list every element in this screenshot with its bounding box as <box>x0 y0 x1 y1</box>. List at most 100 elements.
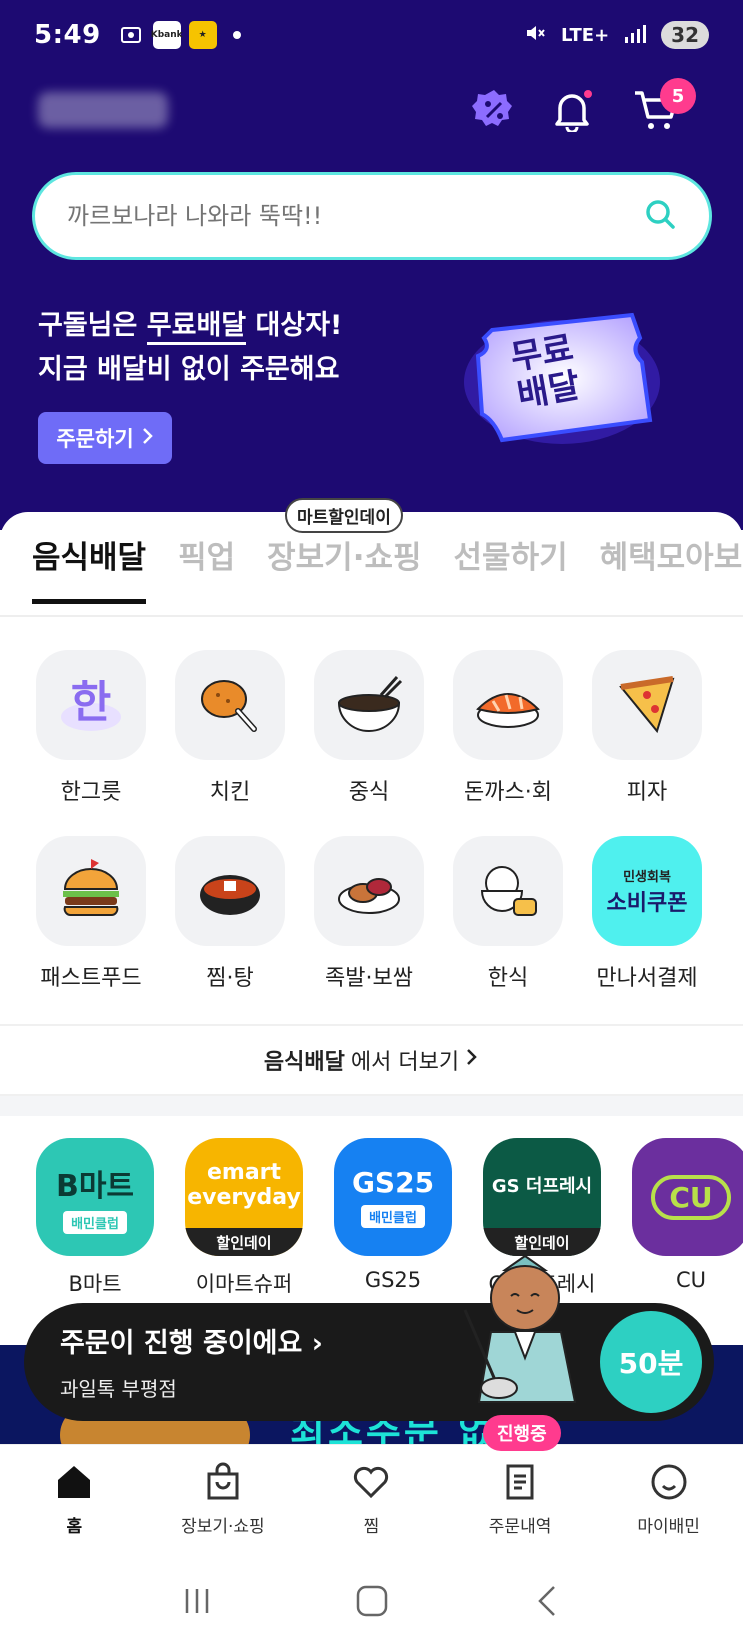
bottom-nav: 홈 장보기·쇼핑 찜 주문내역 마이배민 <box>0 1444 743 1554</box>
chevron-right-icon <box>465 1047 479 1073</box>
back-icon[interactable] <box>532 1584 562 1622</box>
cu-logo-text: CU <box>651 1174 731 1220</box>
category-stew[interactable]: 찜·탕 <box>175 836 285 992</box>
promo-highlight: 무료배달 <box>146 310 247 345</box>
signal-icon <box>623 22 647 49</box>
emart-discount-strip: 할인데이 <box>185 1228 303 1256</box>
order-progress-title-text: 주문이 진행 중이에요 <box>60 1328 303 1359</box>
category-grid: 한 한그릇 치킨 중식 돈까스·회 피자 패스트푸드 찜·탕 족발·보쌈 한식 … <box>36 650 702 992</box>
system-nav <box>0 1554 743 1651</box>
nav-favorites[interactable]: 찜 <box>311 1462 431 1537</box>
kbank-icon: Kbank <box>151 21 183 49</box>
category-chicken[interactable]: 치킨 <box>175 650 285 806</box>
status-bar: 5:49 Kbank ★ LTE+ 32 <box>0 0 743 70</box>
jokbal-icon <box>314 836 424 946</box>
tab-pickup[interactable]: 픽업 <box>178 532 235 604</box>
pizza-icon <box>592 650 702 760</box>
burger-icon <box>36 836 146 946</box>
mart-gs25[interactable]: GS25 배민클럽 GS25 <box>334 1138 452 1298</box>
category-cutlet-sashimi[interactable]: 돈까스·회 <box>453 650 563 806</box>
search-bar[interactable] <box>32 172 712 260</box>
order-progress-title: 주문이 진행 중이에요 › <box>60 1328 323 1359</box>
mart-label: 이마트슈퍼 <box>195 1272 293 1296</box>
order-store-name: 과일톡 부평점 <box>60 1377 177 1401</box>
coupon-line2: 소비쿠폰 <box>606 890 688 916</box>
category-pay-in-person[interactable]: 민생회복 소비쿠폰 만나서결제 <box>592 836 702 992</box>
category-label: 찜·탕 <box>206 966 254 991</box>
gs-fresh-logo-text: GS 더프레시 <box>491 1176 593 1197</box>
hero-section: 5 구돌님은 무료배달 대상자! 지금 배달비 없이 주문해요 주문하기 무료 … <box>0 70 743 530</box>
nav-label: 주문내역 <box>488 1517 552 1537</box>
receipt-icon <box>500 1462 540 1506</box>
tab-benefits[interactable]: 혜택모아보기 <box>600 532 743 604</box>
free-delivery-ticket-icon: 무료 배달 <box>462 310 662 450</box>
discount-icon[interactable] <box>468 84 520 136</box>
rice-bowl-icon <box>453 836 563 946</box>
tab-food-delivery[interactable]: 음식배달 <box>32 532 147 604</box>
order-now-button[interactable]: 주문하기 <box>38 412 172 464</box>
cart-icon[interactable]: 5 <box>630 78 696 136</box>
nav-label: 홈 <box>66 1517 83 1537</box>
tab-gift[interactable]: 선물하기 <box>454 532 568 604</box>
home-button-icon[interactable] <box>355 1584 389 1622</box>
gs25-club-tag: 배민클럽 <box>361 1205 425 1228</box>
cart-count-badge: 5 <box>660 78 696 114</box>
bell-icon[interactable] <box>546 84 598 136</box>
category-label: 돈까스·회 <box>464 780 552 805</box>
category-chinese[interactable]: 중식 <box>314 650 424 806</box>
cu-logo: CU <box>632 1138 743 1256</box>
promo-line2: 지금 배달비 없이 주문해요 <box>38 354 340 385</box>
shopping-bag-icon <box>203 1462 243 1506</box>
nav-my[interactable]: 마이배민 <box>609 1462 729 1537</box>
section-separator <box>0 1096 743 1116</box>
category-label: 만나서결제 <box>596 966 698 991</box>
coupon-line1: 민생회복 <box>623 869 671 885</box>
nav-label: 마이배민 <box>637 1517 700 1537</box>
mart-emart[interactable]: emart everyday 할인데이 이마트슈퍼 <box>185 1138 303 1298</box>
app-icon: ★ <box>188 21 217 49</box>
category-pizza[interactable]: 피자 <box>592 650 702 806</box>
recent-apps-icon[interactable] <box>181 1585 213 1621</box>
promo-prefix: 구돌님은 <box>38 310 147 341</box>
in-progress-badge: 진행중 <box>483 1415 561 1451</box>
battery-indicator: 32 <box>661 21 709 49</box>
network-label: LTE+ <box>561 24 610 46</box>
nav-label: 찜 <box>363 1517 380 1537</box>
nav-home[interactable]: 홈 <box>14 1462 134 1537</box>
mart-label: B마트 <box>68 1272 122 1296</box>
gs-fresh-logo: GS 더프레시 할인데이 <box>483 1138 601 1256</box>
consumer-coupon-icon: 민생회복 소비쿠폰 <box>592 836 702 946</box>
category-label: 치킨 <box>209 780 251 805</box>
search-icon[interactable] <box>643 197 677 235</box>
home-icon <box>54 1462 94 1506</box>
promo-text: 구돌님은 무료배달 대상자! 지금 배달비 없이 주문해요 <box>38 304 342 392</box>
mart-cu[interactable]: CU CU <box>632 1138 743 1298</box>
status-time: 5:49 <box>34 20 101 50</box>
category-fast-food[interactable]: 패스트푸드 <box>36 836 146 992</box>
mart-list: B마트 배민클럽 B마트 emart everyday 할인데이 이마트슈퍼 G… <box>36 1138 743 1298</box>
search-input[interactable] <box>67 202 643 230</box>
more-food-link[interactable]: 음식배달 에서 더보기 <box>0 1024 743 1096</box>
notification-dot <box>584 90 592 98</box>
username-dropdown[interactable] <box>38 92 168 128</box>
notification-dot-icon <box>232 31 241 39</box>
heart-icon <box>351 1462 391 1506</box>
mart-bmart[interactable]: B마트 배민클럽 B마트 <box>36 1138 154 1298</box>
delivery-character-icon <box>445 1250 615 1430</box>
mart-label: CU <box>675 1268 707 1292</box>
nav-orders[interactable]: 주문내역 <box>460 1462 580 1537</box>
category-korean[interactable]: 한식 <box>453 836 563 992</box>
stew-icon <box>175 836 285 946</box>
category-label: 족발·보쌈 <box>325 966 413 991</box>
category-one-bowl[interactable]: 한 한그릇 <box>36 650 146 806</box>
category-label: 한그릇 <box>60 780 122 805</box>
chevron-right-icon <box>142 426 154 450</box>
more-rest: 에서 더보기 <box>350 1050 460 1075</box>
profile-face-icon <box>649 1462 689 1506</box>
chicken-icon <box>175 650 285 760</box>
tab-shopping[interactable]: 장보기·쇼핑 <box>267 532 421 604</box>
category-jokbal[interactable]: 족발·보쌈 <box>314 836 424 992</box>
bmart-club-tag: 배민클럽 <box>63 1210 127 1234</box>
nav-shopping[interactable]: 장보기·쇼핑 <box>163 1462 283 1537</box>
mart-discount-badge: 마트할인데이 <box>285 498 403 533</box>
